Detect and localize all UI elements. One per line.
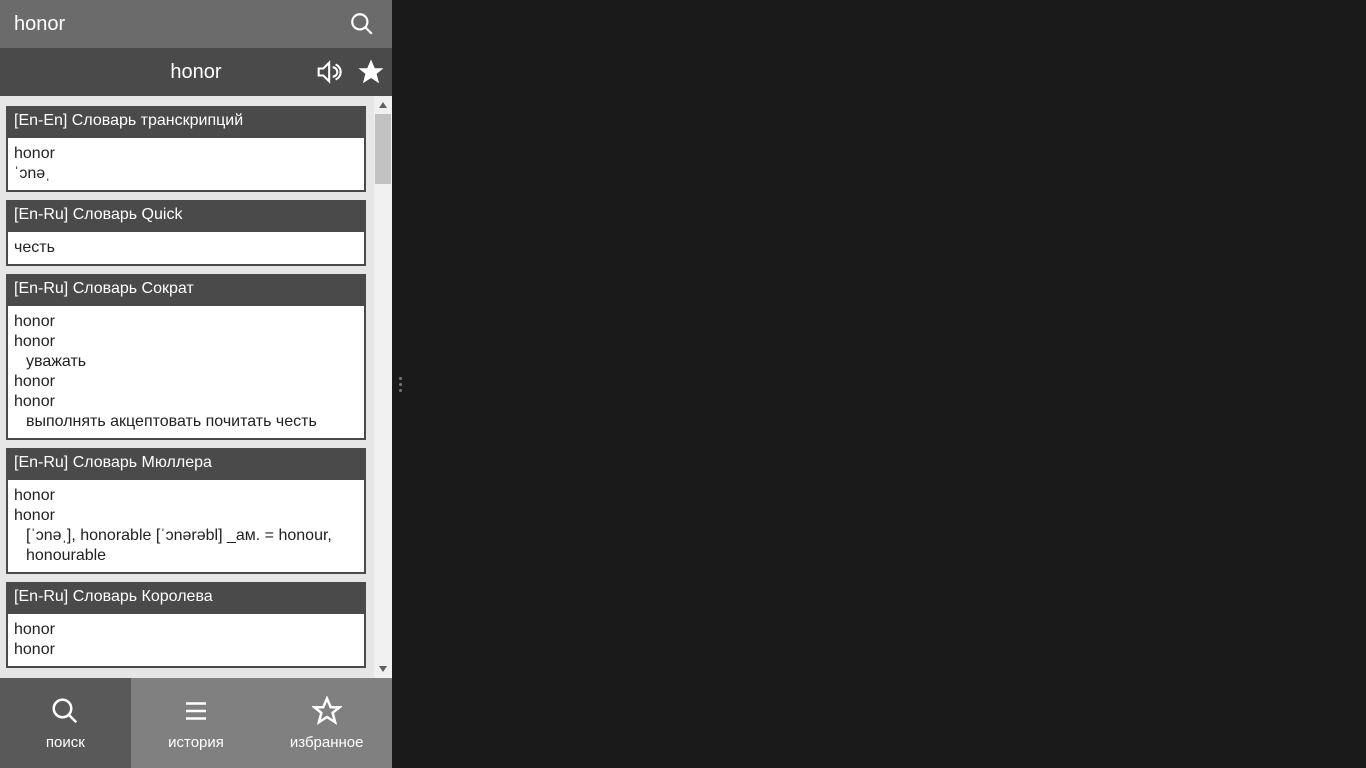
word-actions — [314, 48, 386, 96]
word-title: honor — [170, 61, 221, 84]
entry-line: honor — [14, 486, 358, 506]
search-bar — [0, 0, 392, 48]
splitter[interactable] — [392, 0, 408, 768]
dictionary-entry[interactable]: [En-En] Словарь транскрипцийhonorˈɔnəˌ — [6, 106, 366, 192]
entries-area: [En-En] Словарь транскрипцийhonorˈɔnəˌ[E… — [0, 96, 392, 678]
entry-header: [En-Ru] Словарь Королева — [8, 584, 364, 612]
nav-favorites[interactable]: избранное — [261, 678, 392, 768]
app-root: honor [En-En] Словарь транскрипцийhon — [0, 0, 1366, 768]
star-outline-icon — [312, 696, 342, 726]
content-area — [408, 0, 1366, 768]
entry-line: ˈɔnəˌ — [14, 164, 358, 184]
scroll-thumb[interactable] — [375, 114, 391, 184]
speaker-icon — [314, 58, 342, 86]
dictionary-entry[interactable]: [En-Ru] Словарь Quick честь — [6, 200, 366, 266]
entry-line: honor — [14, 332, 358, 352]
word-bar: honor — [0, 48, 392, 96]
entry-header: [En-Ru] Словарь Сократ — [8, 276, 364, 304]
pronounce-button[interactable] — [314, 58, 342, 86]
scroll-down-arrow[interactable] — [374, 660, 392, 678]
search-icon — [349, 11, 375, 37]
search-button[interactable] — [342, 4, 382, 44]
dictionary-entry[interactable]: [En-Ru] Словарь Сократhonorhonorуважатьh… — [6, 274, 366, 440]
entry-line: честь — [14, 238, 358, 258]
bottom-nav: поиск история избранное — [0, 678, 392, 768]
nav-search[interactable]: поиск — [0, 678, 131, 768]
entry-line: [ˈɔnəˌ], honorable [ˈɔnərəbl] _ам. = hon… — [14, 526, 358, 566]
entry-header: [En-En] Словарь транскрипций — [8, 108, 364, 136]
dictionary-entry[interactable]: [En-Ru] Словарь Мюллераhonorhonor[ˈɔnəˌ]… — [6, 448, 366, 574]
scrollbar[interactable] — [374, 96, 392, 678]
entry-line: выполнять акцептовать почитать честь — [14, 412, 358, 432]
entry-line: honor — [14, 506, 358, 526]
entry-line: honor — [14, 372, 358, 392]
search-icon — [50, 696, 80, 726]
entry-header: [En-Ru] Словарь Quick — [8, 202, 364, 230]
favorite-button[interactable] — [356, 57, 386, 87]
entry-line: honor — [14, 312, 358, 332]
entry-line: honor — [14, 144, 358, 164]
entry-line: honor — [14, 640, 358, 660]
entry-body: honorhonorуважатьhonorhonorвыполнять акц… — [8, 304, 364, 438]
star-icon — [356, 57, 386, 87]
entry-body: честь — [8, 230, 364, 264]
entry-body: honorhonor — [8, 612, 364, 666]
nav-search-label: поиск — [46, 734, 85, 751]
splitter-handle-icon — [395, 372, 405, 396]
nav-history[interactable]: история — [131, 678, 262, 768]
chevron-down-icon — [378, 664, 388, 674]
sidebar: honor [En-En] Словарь транскрипцийhon — [0, 0, 392, 768]
entries-list[interactable]: [En-En] Словарь транскрипцийhonorˈɔnəˌ[E… — [0, 96, 372, 678]
nav-history-label: история — [168, 734, 224, 751]
search-input[interactable] — [14, 13, 342, 36]
chevron-up-icon — [378, 100, 388, 110]
entry-body: honorˈɔnəˌ — [8, 136, 364, 190]
entry-body: honorhonor[ˈɔnəˌ], honorable [ˈɔnərəbl] … — [8, 478, 364, 572]
entry-line: honor — [14, 392, 358, 412]
entry-line: honor — [14, 620, 358, 640]
entry-header: [En-Ru] Словарь Мюллера — [8, 450, 364, 478]
entry-line: уважать — [14, 352, 358, 372]
scroll-up-arrow[interactable] — [374, 96, 392, 114]
nav-favorites-label: избранное — [290, 734, 364, 751]
list-icon — [181, 696, 211, 726]
dictionary-entry[interactable]: [En-Ru] Словарь Королеваhonorhonor — [6, 582, 366, 668]
